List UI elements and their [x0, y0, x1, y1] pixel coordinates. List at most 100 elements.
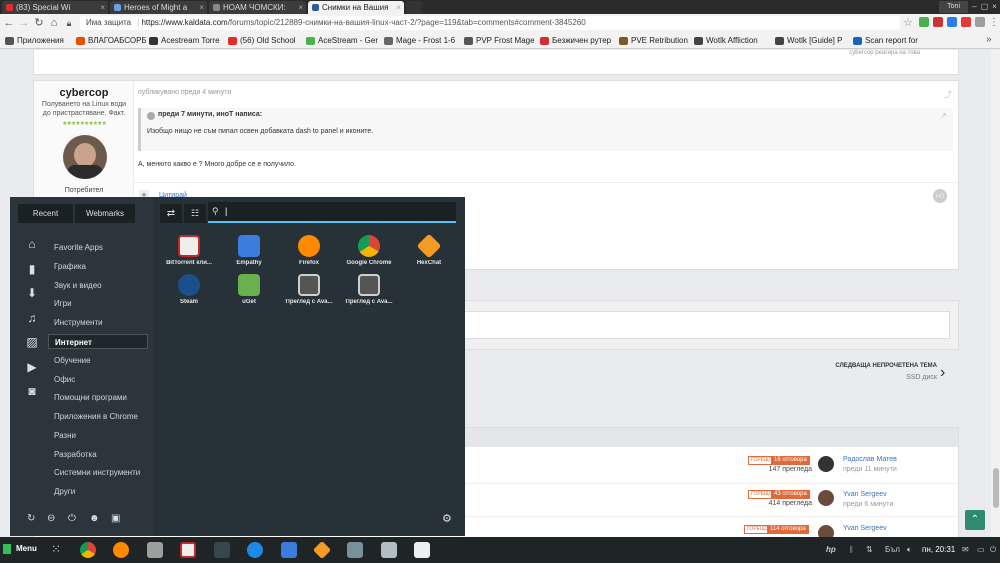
address-input[interactable]: Има защита | https://www.kaldata.com/foru…: [80, 16, 900, 30]
lock-icon[interactable]: 🔒︎: [62, 16, 76, 30]
bookmark-apps[interactable]: Приложения: [5, 35, 73, 47]
lock-icon[interactable]: ▣: [111, 513, 120, 524]
avatar[interactable]: [63, 135, 107, 179]
tab-heroes[interactable]: Heroes of Might a ×: [110, 1, 207, 14]
videos-icon[interactable]: ▶: [25, 360, 39, 374]
app-firefox[interactable]: Firefox: [279, 235, 339, 279]
power-icon[interactable]: ⏻: [990, 545, 996, 555]
document-icon[interactable]: [414, 542, 430, 558]
bookmark-item[interactable]: PVE Retribution: [619, 35, 689, 47]
tab-youtube[interactable]: (83) Special Wi ×: [2, 1, 108, 14]
chrome-icon[interactable]: [80, 542, 96, 558]
pictures-icon[interactable]: ▨: [25, 335, 39, 349]
category-utilities[interactable]: Помощни програми: [48, 390, 148, 405]
category-favorite-apps[interactable]: Favorite Apps: [48, 240, 148, 255]
home-icon[interactable]: ⌂: [47, 16, 61, 30]
bookmark-item[interactable]: (56) Old School: [228, 35, 301, 47]
close-icon[interactable]: ×: [396, 1, 401, 14]
extension-icon[interactable]: [919, 17, 929, 27]
view-toggle-icon[interactable]: ☷: [184, 204, 206, 223]
category-development[interactable]: Разработка: [48, 447, 148, 462]
category-chrome-apps[interactable]: Приложения в Chrome: [48, 409, 148, 424]
adblock-icon[interactable]: [933, 17, 943, 27]
app-empathy[interactable]: Empathy: [219, 235, 279, 279]
last-poster[interactable]: Yvan Sergeev: [843, 525, 887, 532]
notifications-icon[interactable]: ✉: [962, 545, 969, 555]
app-bittorrent[interactable]: BitTorrent кли...: [159, 235, 219, 279]
menu-icon[interactable]: ⋮: [989, 16, 999, 30]
tab-chomsky[interactable]: НОАМ ЧОМСКИ: ×: [209, 1, 306, 14]
reload-icon[interactable]: ↻: [32, 16, 46, 30]
text-editor-icon[interactable]: [180, 542, 196, 558]
tab-recent[interactable]: Recent: [18, 204, 73, 223]
bookmark-item[interactable]: Mage - Frost 1-6: [384, 35, 458, 47]
app-hexchat[interactable]: HexChat: [399, 233, 459, 279]
screenshot-icon[interactable]: [347, 542, 363, 558]
close-icon[interactable]: ×: [100, 1, 105, 14]
scrollbar[interactable]: [991, 50, 1000, 537]
logout-icon[interactable]: ⊖: [47, 513, 55, 524]
next-unread-label[interactable]: СЛЕДВАЩА НЕПРОЧЕТЕНА ТЕМА: [700, 363, 937, 369]
disk-icon[interactable]: ◙: [25, 384, 39, 398]
category-graphics[interactable]: Графика: [48, 259, 148, 274]
search-field[interactable]: ⚲ |: [208, 202, 456, 223]
close-window-icon[interactable]: ×: [990, 2, 999, 11]
forward-icon[interactable]: →: [17, 16, 31, 30]
jump-icon[interactable]: ↗: [940, 111, 947, 120]
bookmark-item[interactable]: PVP Frost Mage: [464, 35, 534, 47]
app-grid-icon[interactable]: ⁙: [51, 542, 61, 556]
keyboard-layout[interactable]: Бъл: [885, 545, 900, 555]
bookmark-item[interactable]: Acestream Torre: [149, 35, 225, 47]
category-sound-video[interactable]: Звук и видео: [48, 278, 148, 293]
avatar[interactable]: [818, 456, 834, 472]
bookmark-item[interactable]: Wotlk Affliction: [694, 35, 770, 47]
home-icon[interactable]: ⌂: [25, 237, 39, 251]
downloads-icon[interactable]: ⬇: [25, 286, 39, 300]
download-manager-icon[interactable]: [247, 542, 263, 558]
last-poster[interactable]: Yvan Sergeev: [843, 491, 887, 498]
power-icon[interactable]: ⏻: [68, 513, 76, 524]
bluetooth-icon[interactable]: ᛒ: [849, 545, 854, 555]
bookmark-star-icon[interactable]: ☆: [901, 16, 915, 30]
maximize-icon[interactable]: ▢: [980, 2, 989, 11]
bookmark-item[interactable]: ВЛАГОАБСОРБ: [76, 35, 146, 47]
volume-icon[interactable]: 🔈︎: [907, 545, 912, 555]
category-system-tools[interactable]: Системни инструменти: [48, 465, 148, 480]
reply-input[interactable]: [454, 311, 950, 339]
restart-icon[interactable]: ↻: [27, 513, 35, 524]
minimize-icon[interactable]: –: [970, 2, 979, 11]
clock[interactable]: пн, 20:31: [922, 545, 955, 555]
app-uget[interactable]: uGet: [219, 274, 279, 318]
hp-icon[interactable]: hp: [826, 545, 836, 555]
category-education[interactable]: Обучение: [48, 353, 148, 368]
terminal-icon[interactable]: [214, 542, 230, 558]
music-icon[interactable]: ♫: [25, 311, 39, 325]
settings-gear-icon[interactable]: ⚙: [442, 512, 452, 525]
menu-button[interactable]: Menu: [16, 544, 37, 553]
files-icon[interactable]: [147, 542, 163, 558]
firefox-icon[interactable]: [113, 542, 129, 558]
switch-user-icon[interactable]: ☻: [89, 513, 100, 524]
next-unread-title[interactable]: SSD диск: [700, 374, 937, 381]
share-icon[interactable]: ⤴: [944, 89, 952, 100]
author-name[interactable]: cybercop: [34, 87, 134, 99]
documents-icon[interactable]: ▮: [25, 262, 39, 276]
app-avahi-ssh[interactable]: Преглед с Ava...: [279, 274, 339, 318]
like-icon[interactable]: 👍︎: [933, 189, 947, 203]
search-input[interactable]: |: [225, 206, 227, 216]
network-icon[interactable]: ⇅: [866, 545, 873, 555]
scroll-top-button[interactable]: ⌃: [965, 510, 985, 530]
app-google-chrome[interactable]: Google Chrome: [339, 235, 399, 279]
close-icon[interactable]: ×: [199, 1, 204, 14]
category-other[interactable]: Разни: [48, 428, 148, 443]
new-tab-button[interactable]: [406, 1, 422, 14]
back-icon[interactable]: ←: [2, 16, 16, 30]
tab-webmarks[interactable]: Webmarks: [75, 204, 135, 223]
bookmark-item[interactable]: Безжичен рутер: [540, 35, 614, 47]
empathy-icon[interactable]: [281, 542, 297, 558]
bookmark-item[interactable]: AceStream - Ger: [306, 35, 378, 47]
category-tools[interactable]: Инструменти: [48, 315, 148, 330]
category-internet[interactable]: Интернет: [48, 334, 148, 349]
last-poster[interactable]: Радослав Матев: [843, 456, 897, 463]
chevron-right-icon[interactable]: ›: [940, 364, 945, 382]
